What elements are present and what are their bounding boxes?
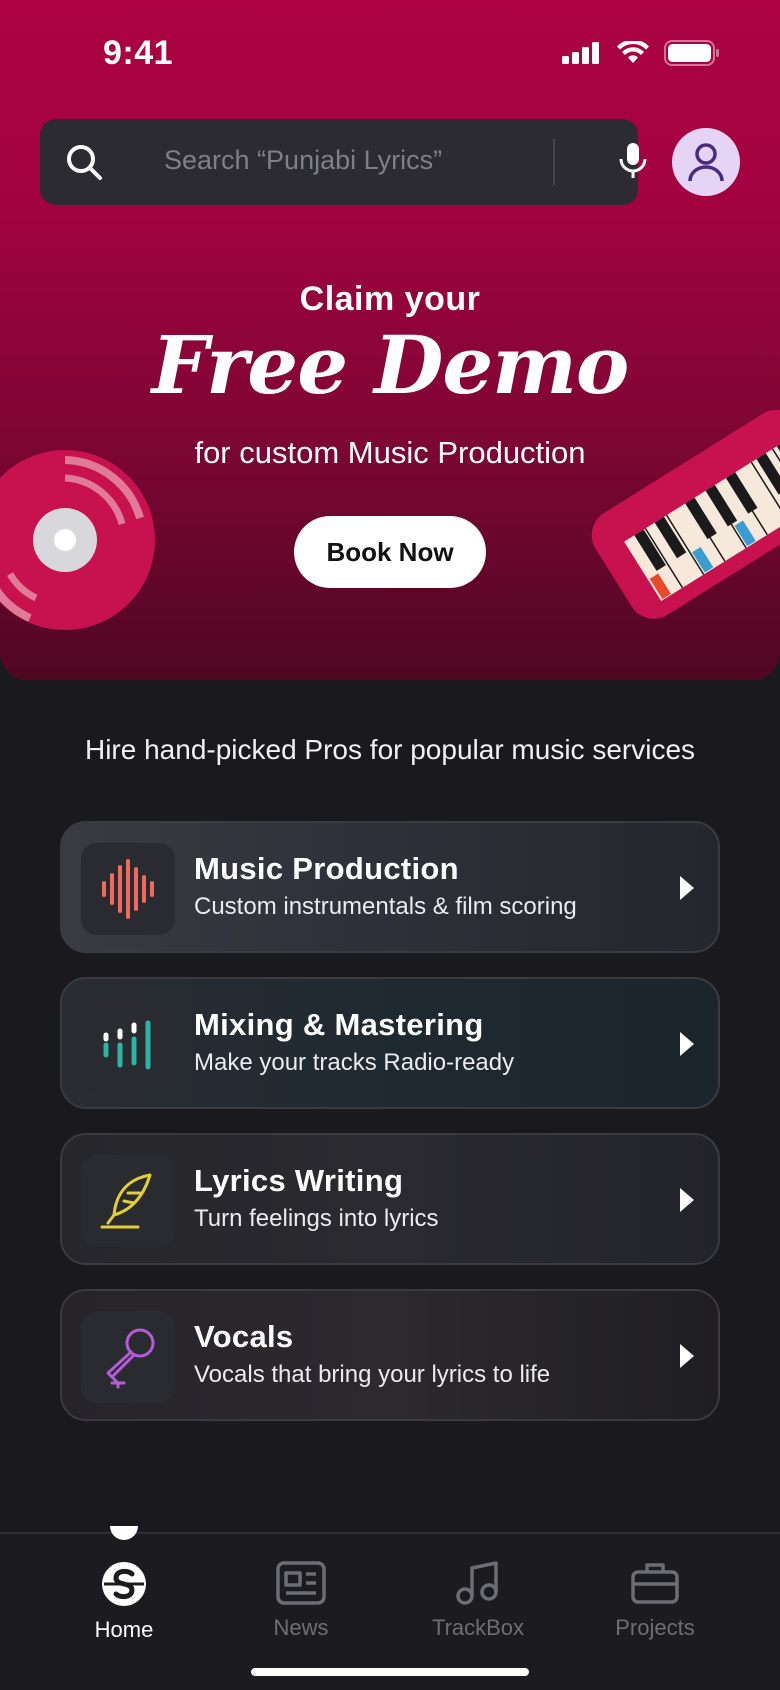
service-title: Mixing & Mastering	[194, 1007, 484, 1042]
service-desc: Vocals that bring your lyrics to life	[194, 1361, 551, 1388]
waveform-icon	[102, 859, 154, 919]
profile-avatar[interactable]	[672, 128, 740, 196]
book-now-button[interactable]: Book Now	[294, 516, 486, 588]
search-bar[interactable]: Search “Punjabi Lyrics”	[40, 119, 647, 205]
nav-trackbox[interactable]: TrackBox	[408, 1560, 548, 1641]
chevron-right-icon	[680, 1344, 694, 1368]
service-desc: Turn feelings into lyrics	[194, 1205, 439, 1232]
service-desc: Make your tracks Radio-ready	[194, 1049, 515, 1076]
service-icon-box	[81, 843, 175, 935]
service-icon-box	[81, 999, 175, 1091]
service-title: Vocals	[194, 1319, 294, 1354]
status-icons	[562, 40, 720, 66]
nav-news[interactable]: News	[231, 1560, 371, 1641]
music-note-icon	[456, 1561, 498, 1605]
services-heading: Hire hand-picked Pros for popular music …	[84, 734, 696, 765]
nav-projects[interactable]: Projects	[585, 1560, 725, 1641]
search-icon	[67, 145, 102, 180]
service-title: Lyrics Writing	[194, 1163, 404, 1198]
vinyl-record-icon	[0, 450, 155, 630]
signal-icon	[562, 42, 599, 64]
briefcase-icon	[631, 1563, 679, 1604]
hero-claim-text: Claim your	[299, 280, 481, 318]
service-icon-box	[81, 1155, 175, 1247]
nav-label: TrackBox	[431, 1615, 525, 1640]
hero-headline: Free Demo	[151, 318, 629, 412]
nav-label: Projects	[615, 1615, 695, 1640]
microphone-icon	[106, 1328, 155, 1389]
nav-label: News	[273, 1615, 329, 1640]
service-card-vocals[interactable]: Vocals Vocals that bring your lyrics to …	[60, 1289, 720, 1421]
service-card-music-production[interactable]: Music Production Custom instrumentals & …	[60, 821, 720, 953]
home-logo-icon	[102, 1562, 146, 1606]
service-card-mixing-mastering[interactable]: Mixing & Mastering Make your tracks Radi…	[60, 977, 720, 1109]
chevron-right-icon	[680, 1188, 694, 1212]
equalizer-icon	[103, 1020, 151, 1070]
chevron-right-icon	[680, 876, 694, 900]
chevron-right-icon	[680, 1032, 694, 1056]
search-divider	[553, 139, 555, 185]
wifi-icon	[617, 41, 649, 63]
service-icon-box	[81, 1311, 175, 1403]
home-indicator	[251, 1668, 529, 1676]
piano-keyboard-icon	[591, 410, 780, 619]
hero-banner: 9:41 Search “Punjabi Lyrics” Claim your …	[0, 0, 780, 680]
status-time: 9:41	[103, 34, 174, 72]
service-desc: Custom instrumentals & film scoring	[194, 893, 577, 920]
nav-label: Home	[94, 1617, 154, 1642]
battery-icon	[664, 40, 719, 66]
mic-icon[interactable]	[618, 141, 648, 183]
service-card-lyrics-writing[interactable]: Lyrics Writing Turn feelings into lyrics	[60, 1133, 720, 1265]
quill-icon	[100, 1173, 152, 1229]
service-title: Music Production	[194, 851, 459, 886]
user-icon	[688, 143, 724, 182]
search-input[interactable]: Search “Punjabi Lyrics”	[164, 145, 442, 176]
nav-home[interactable]: Home	[54, 1560, 194, 1643]
news-icon	[276, 1561, 326, 1605]
